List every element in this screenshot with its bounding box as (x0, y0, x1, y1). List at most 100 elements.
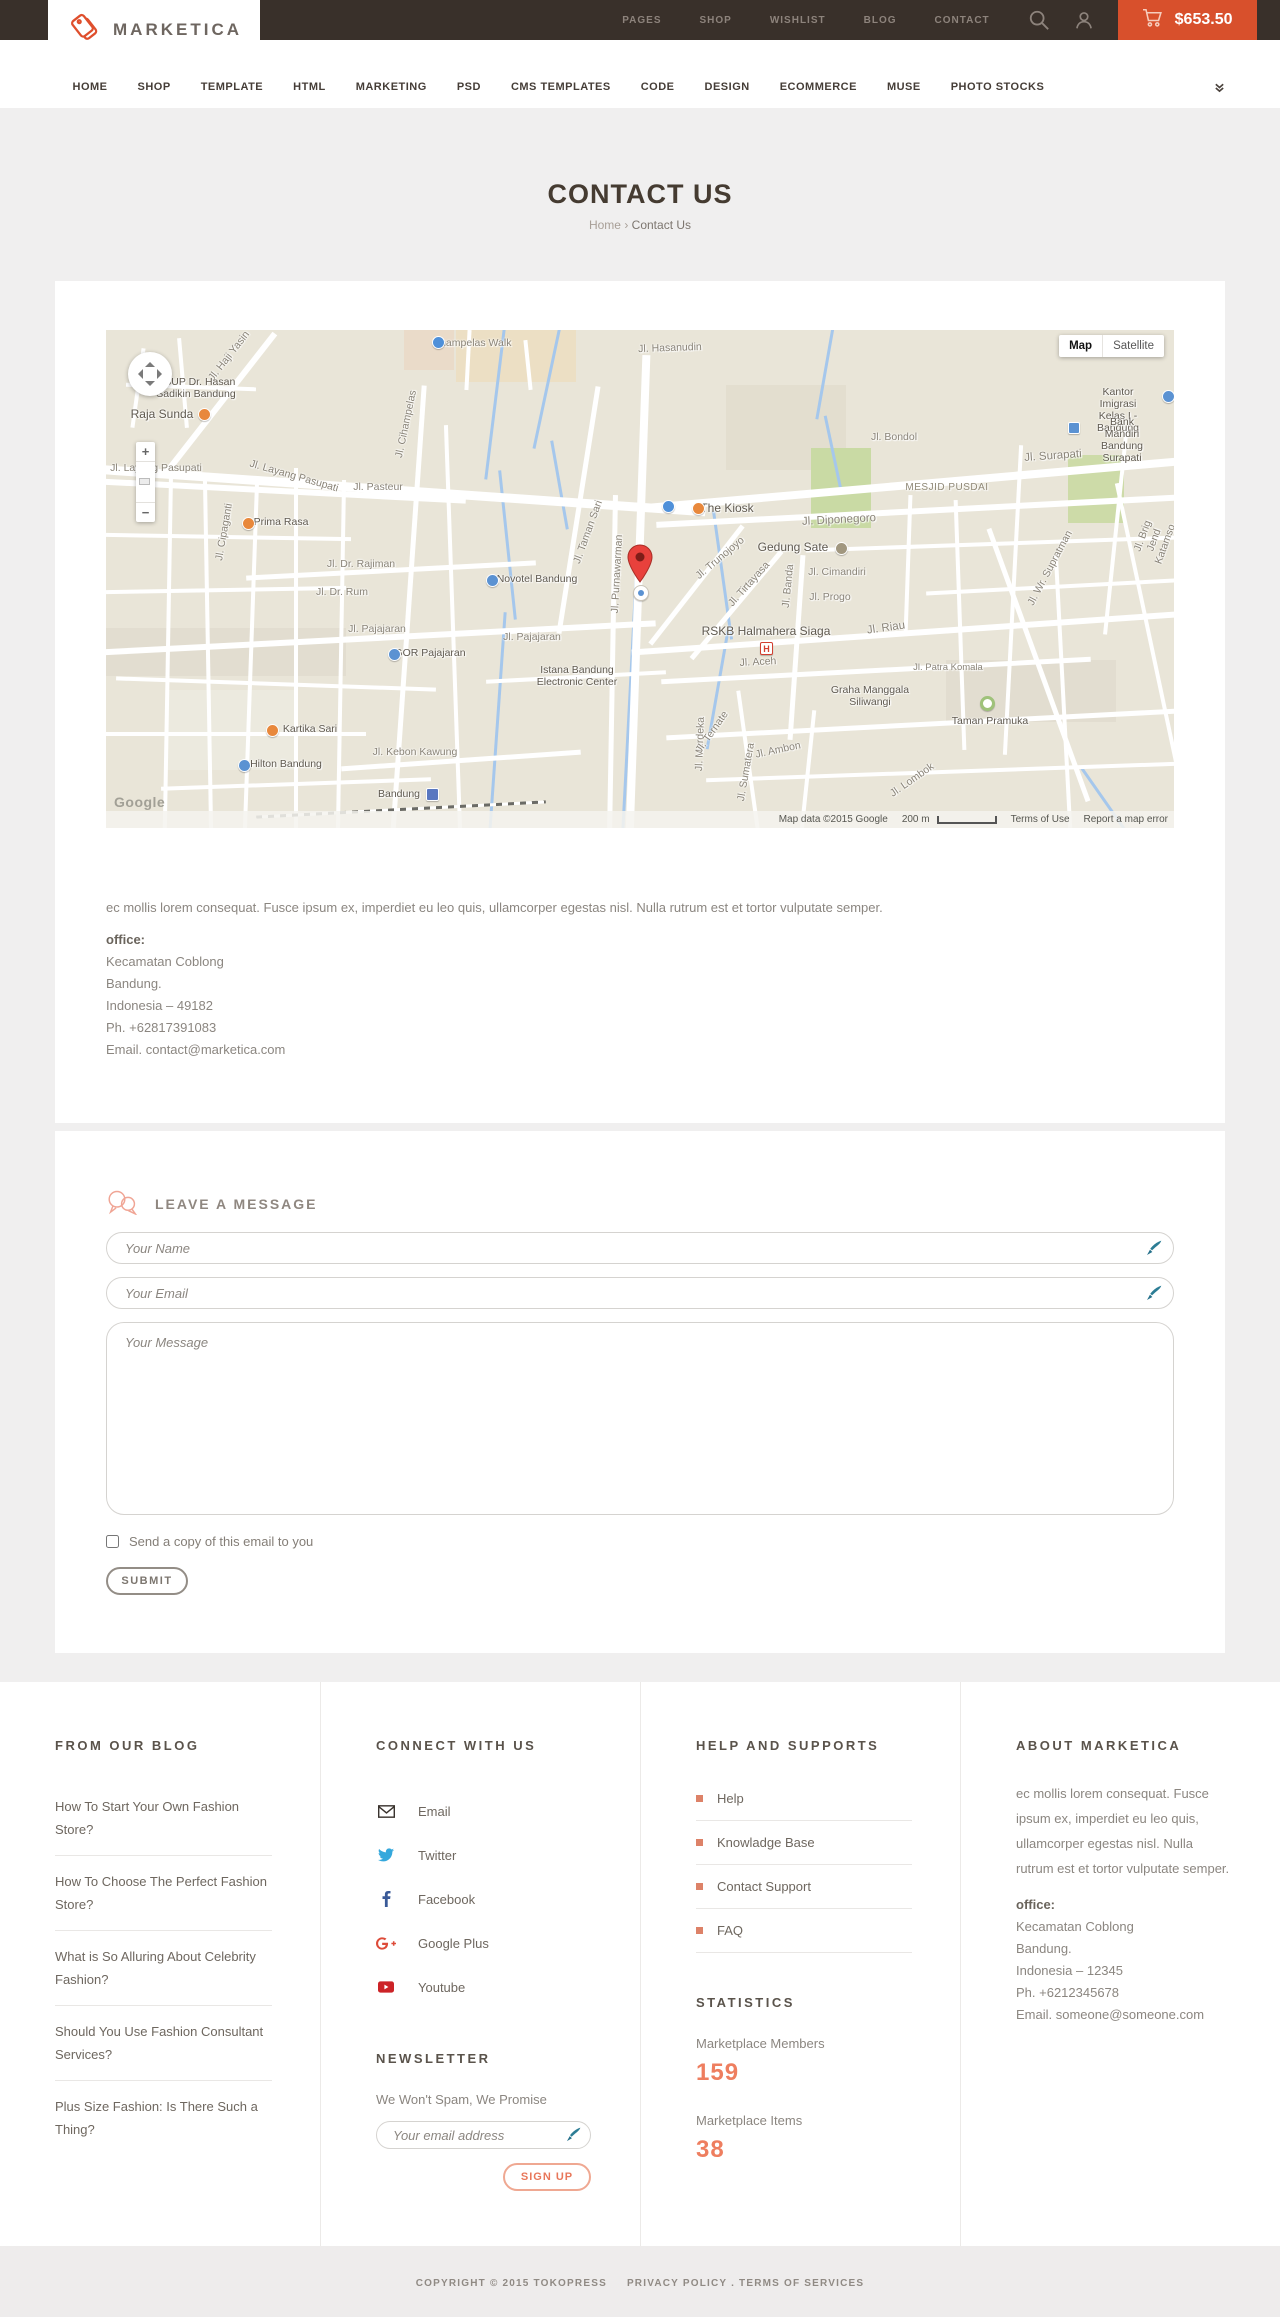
social-link-email[interactable]: Email (376, 1789, 592, 1833)
map-label: Jl. Cihampelas (392, 389, 420, 459)
message-form-card: LEAVE A MESSAGE Send a copy of this emai… (55, 1131, 1225, 1653)
map-pan-control[interactable] (128, 352, 172, 396)
social-link-twitter[interactable]: Twitter (376, 1833, 592, 1877)
cart-icon (1142, 8, 1163, 32)
email-input[interactable] (106, 1277, 1174, 1309)
map-scale: 200 m (902, 814, 997, 825)
help-link-contact-support[interactable]: Contact Support (717, 1879, 811, 1894)
breadcrumb: Home › Contact Us (0, 218, 1280, 232)
social-link-label[interactable]: Youtube (418, 1980, 465, 1995)
map-type-satellite-button[interactable]: Satellite (1102, 335, 1164, 357)
main-nav-item-marketing[interactable]: MARKETING (356, 81, 427, 93)
social-link-youtube[interactable]: Youtube (376, 1965, 592, 2009)
social-link-label[interactable]: Google Plus (418, 1936, 489, 1951)
terms-of-use-link[interactable]: Terms of Use (1011, 814, 1070, 825)
main-nav-item-muse[interactable]: MUSE (887, 81, 921, 93)
main-nav-item-html[interactable]: HTML (293, 81, 326, 93)
map-label: The Kiosk (700, 501, 754, 515)
main-nav-item-shop[interactable]: SHOP (138, 81, 171, 93)
form-heading: LEAVE A MESSAGE (155, 1196, 318, 1212)
social-link-label[interactable]: Twitter (418, 1848, 456, 1863)
cart-button[interactable]: $653.50 (1117, 0, 1257, 40)
map-label: Jl. Dr. Rum (316, 586, 368, 598)
zoom-out-button[interactable]: − (136, 503, 155, 522)
office-block: office: Kecamatan Coblong Bandung. Indones… (106, 929, 1174, 1061)
main-nav-item-code[interactable]: CODE (641, 81, 675, 93)
square-bullet-icon (696, 1927, 703, 1934)
zoom-in-button[interactable]: + (136, 442, 155, 461)
map-poi-park-icon (980, 696, 995, 711)
blog-post-link[interactable]: Plus Size Fashion: Is There Such a Thing… (55, 2095, 272, 2141)
main-nav-item-photo-stocks[interactable]: PHOTO STOCKS (951, 81, 1045, 93)
submit-button[interactable]: SUBMIT (106, 1567, 188, 1595)
copyright-text: COPYRIGHT © 2015 TOKOPRESS (415, 2278, 607, 2289)
pen-icon (566, 2127, 581, 2147)
address-line: Kecamatan Coblong (1016, 1919, 1134, 1934)
zoom-handle[interactable] (139, 478, 150, 485)
help-link-knowladge-base[interactable]: Knowladge Base (717, 1835, 815, 1850)
google-map[interactable]: Champelas Walk Jl. Hasanudin Jl. Haji Yasi… (106, 330, 1174, 828)
search-icon[interactable] (1028, 9, 1050, 31)
main-nav-item-template[interactable]: TEMPLATE (201, 81, 263, 93)
blog-post-link[interactable]: What is So Alluring About Celebrity Fash… (55, 1945, 272, 1991)
map-label: Jl. Purnawarman (608, 534, 626, 614)
map-label: Gedung Sate (757, 540, 829, 554)
map-label: Jl. Wr. Supratman (1025, 528, 1075, 608)
logo[interactable]: MARKETICA (47, 0, 260, 59)
signup-button[interactable]: SIGN UP (503, 2163, 591, 2191)
social-link-label[interactable]: Email (418, 1804, 451, 1819)
top-nav-item-contact[interactable]: CONTACT (935, 15, 990, 26)
cart-total: $653.50 (1174, 11, 1233, 28)
message-textarea[interactable] (106, 1322, 1174, 1515)
map-poi-bank-icon (1068, 422, 1080, 434)
top-nav-item-shop[interactable]: SHOP (700, 15, 732, 26)
main-nav-item-psd[interactable]: PSD (457, 81, 481, 93)
map-zoom-control[interactable]: + − (136, 442, 155, 522)
blog-post-link[interactable]: Should You Use Fashion Consultant Servic… (55, 2020, 272, 2066)
top-nav-item-blog[interactable]: BLOG (864, 15, 897, 26)
pen-icon (1146, 1285, 1162, 1306)
newsletter-email-input[interactable] (376, 2121, 591, 2149)
help-link-faq[interactable]: FAQ (717, 1923, 743, 1938)
blog-post-item: How To Start Your Own Fashion Store? (55, 1781, 272, 1856)
name-input[interactable] (106, 1232, 1174, 1264)
footer-about-column: ABOUT MARKETICA ec mollis lorem consequa… (960, 1682, 1280, 2246)
map-poi-train-icon (426, 788, 439, 801)
user-icon[interactable] (1074, 10, 1094, 30)
main-nav-item-design[interactable]: DESIGN (705, 81, 750, 93)
map-label: Jl. Patra Komala (913, 662, 983, 673)
map-label: Jl. Layang Pasupati (110, 462, 202, 474)
map-label: Hilton Bandung (250, 758, 322, 770)
map-label: Jl. Pajajaran (348, 623, 406, 635)
blog-post-link[interactable]: How To Start Your Own Fashion Store? (55, 1795, 272, 1841)
top-nav-item-pages[interactable]: PAGES (622, 15, 661, 26)
footer-blog-column: FROM OUR BLOG How To Start Your Own Fash… (0, 1682, 320, 2246)
map-label: Jl. Surapati (1023, 448, 1083, 464)
social-link-google-plus[interactable]: Google Plus (376, 1921, 592, 1965)
map-label: Bandung (377, 788, 421, 800)
main-nav-item-home[interactable]: HOME (73, 81, 108, 93)
map-label: Jl. Aceh (739, 655, 777, 669)
members-value: 159 (696, 2059, 740, 2086)
map-label: Jl. Brig Jend Katamso (1131, 518, 1174, 566)
top-nav-item-wishlist[interactable]: WISHLIST (770, 15, 826, 26)
report-map-error-link[interactable]: Report a map error (1084, 814, 1168, 825)
main-nav-item-ecommerce[interactable]: ECOMMERCE (780, 81, 857, 93)
legal-links[interactable]: PRIVACY POLICY . TERMS OF SERVICES (627, 2278, 864, 2289)
social-link-facebook[interactable]: Facebook (376, 1877, 592, 1921)
breadcrumb-home[interactable]: Home (589, 218, 621, 232)
map-type-control: Map Satellite (1059, 335, 1164, 357)
map-label: Graha Manggala Siliwangi (830, 684, 910, 708)
address-line: Indonesia – 49182 (106, 998, 213, 1013)
blog-post-link[interactable]: How To Choose The Perfect Fashion Store? (55, 1870, 272, 1916)
more-menu-chevron-icon[interactable] (1214, 82, 1225, 93)
map-marker-pin-icon[interactable] (627, 544, 653, 589)
social-link-label[interactable]: Facebook (418, 1892, 475, 1907)
pen-icon (1146, 1240, 1162, 1261)
statistics-heading: STATISTICS (696, 1995, 795, 2010)
help-link-help[interactable]: Help (717, 1791, 744, 1806)
send-copy-checkbox[interactable] (106, 1535, 119, 1548)
zoom-track[interactable] (136, 461, 155, 503)
main-nav-item-cms-templates[interactable]: CMS TEMPLATES (511, 81, 611, 93)
map-type-map-button[interactable]: Map (1059, 335, 1102, 357)
